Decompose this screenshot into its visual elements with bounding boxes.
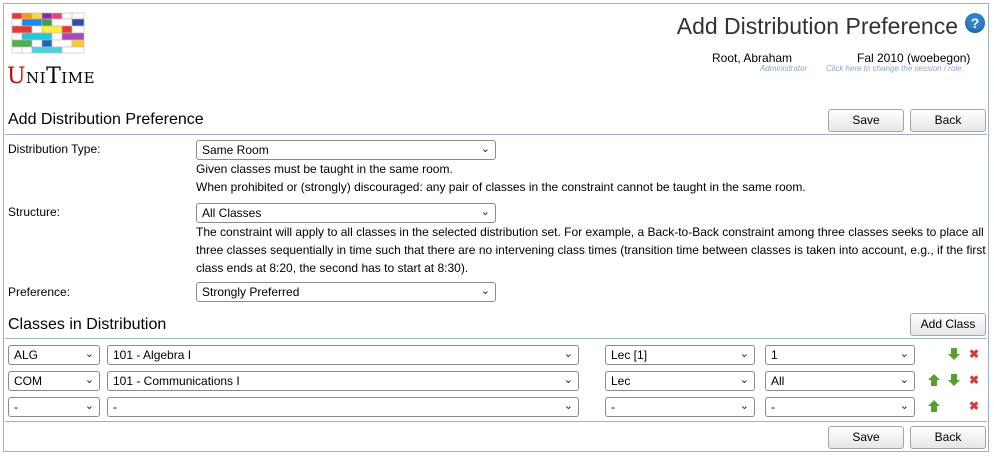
distribution-type-select[interactable]: Same Room ⌄ (196, 140, 496, 160)
classes-section-title: Classes in Distribution (8, 316, 167, 333)
chevron-down-icon: ⌄ (563, 348, 573, 360)
logo-text: UNITIME (7, 64, 96, 89)
structure-label: Structure: (8, 205, 61, 219)
subpart-select[interactable]: Lec [1] ⌄ (605, 345, 755, 365)
course-select[interactable]: 101 - Communications I ⌄ (107, 371, 579, 391)
user-name[interactable]: Root, Abraham (712, 51, 792, 65)
arrow-up-icon[interactable] (927, 399, 941, 413)
chevron-down-icon: ⌄ (739, 400, 749, 412)
delete-icon[interactable]: ✖ (969, 373, 979, 387)
session-hint[interactable]: Click here to change the session / role. (826, 64, 964, 73)
distribution-type-label: Distribution Type: (8, 142, 101, 156)
save-button[interactable]: Save (828, 109, 904, 132)
preference-label: Preference: (8, 285, 71, 299)
section-divider (5, 134, 987, 135)
course-select[interactable]: - ⌄ (107, 397, 579, 417)
chevron-down-icon: ⌄ (899, 348, 909, 360)
delete-icon[interactable]: ✖ (969, 399, 979, 413)
user-role: Administrator (760, 64, 808, 73)
chevron-down-icon: ⌄ (739, 348, 749, 360)
chevron-down-icon: ⌄ (480, 143, 490, 155)
chevron-down-icon: ⌄ (899, 374, 909, 386)
chevron-down-icon: ⌄ (480, 285, 490, 297)
delete-icon[interactable]: ✖ (969, 347, 979, 361)
distribution-type-description-1: Given classes must be taught in the same… (196, 162, 453, 176)
unitime-logo (10, 11, 86, 61)
class-select[interactable]: All ⌄ (765, 371, 915, 391)
back-button[interactable]: Back (910, 109, 986, 132)
arrow-down-icon[interactable] (947, 373, 961, 387)
course-select[interactable]: 101 - Algebra I ⌄ (107, 345, 579, 365)
chevron-down-icon: ⌄ (84, 400, 94, 412)
class-select[interactable]: 1 ⌄ (765, 345, 915, 365)
session-name[interactable]: Fal 2010 (woebegon) (857, 51, 970, 65)
form-section-title: Add Distribution Preference (8, 111, 204, 128)
add-class-button[interactable]: Add Class (910, 313, 986, 336)
chevron-down-icon: ⌄ (739, 374, 749, 386)
preference-select[interactable]: Strongly Preferred ⌄ (196, 282, 496, 302)
help-icon[interactable]: ? (965, 13, 985, 33)
subpart-select[interactable]: Lec ⌄ (605, 371, 755, 391)
structure-description: The constraint will apply to all classes… (196, 225, 986, 275)
subject-select[interactable]: COM ⌄ (8, 371, 100, 391)
chevron-down-icon: ⌄ (899, 400, 909, 412)
chevron-down-icon: ⌄ (480, 206, 490, 218)
subject-select[interactable]: ALG ⌄ (8, 345, 100, 365)
chevron-down-icon: ⌄ (563, 400, 573, 412)
chevron-down-icon: ⌄ (563, 374, 573, 386)
structure-select[interactable]: All Classes ⌄ (196, 203, 496, 223)
chevron-down-icon: ⌄ (84, 374, 94, 386)
back-button[interactable]: Back (910, 426, 986, 449)
arrow-down-icon[interactable] (947, 347, 961, 361)
page-title: Add Distribution Preference (676, 13, 958, 39)
subpart-select[interactable]: - ⌄ (605, 397, 755, 417)
arrow-up-icon[interactable] (927, 373, 941, 387)
section-divider (5, 421, 987, 422)
save-button[interactable]: Save (828, 426, 904, 449)
distribution-type-description-2: When prohibited or (strongly) discourage… (196, 180, 806, 194)
section-divider (5, 338, 987, 339)
class-select[interactable]: - ⌄ (765, 397, 915, 417)
subject-select[interactable]: - ⌄ (8, 397, 100, 417)
chevron-down-icon: ⌄ (84, 348, 94, 360)
